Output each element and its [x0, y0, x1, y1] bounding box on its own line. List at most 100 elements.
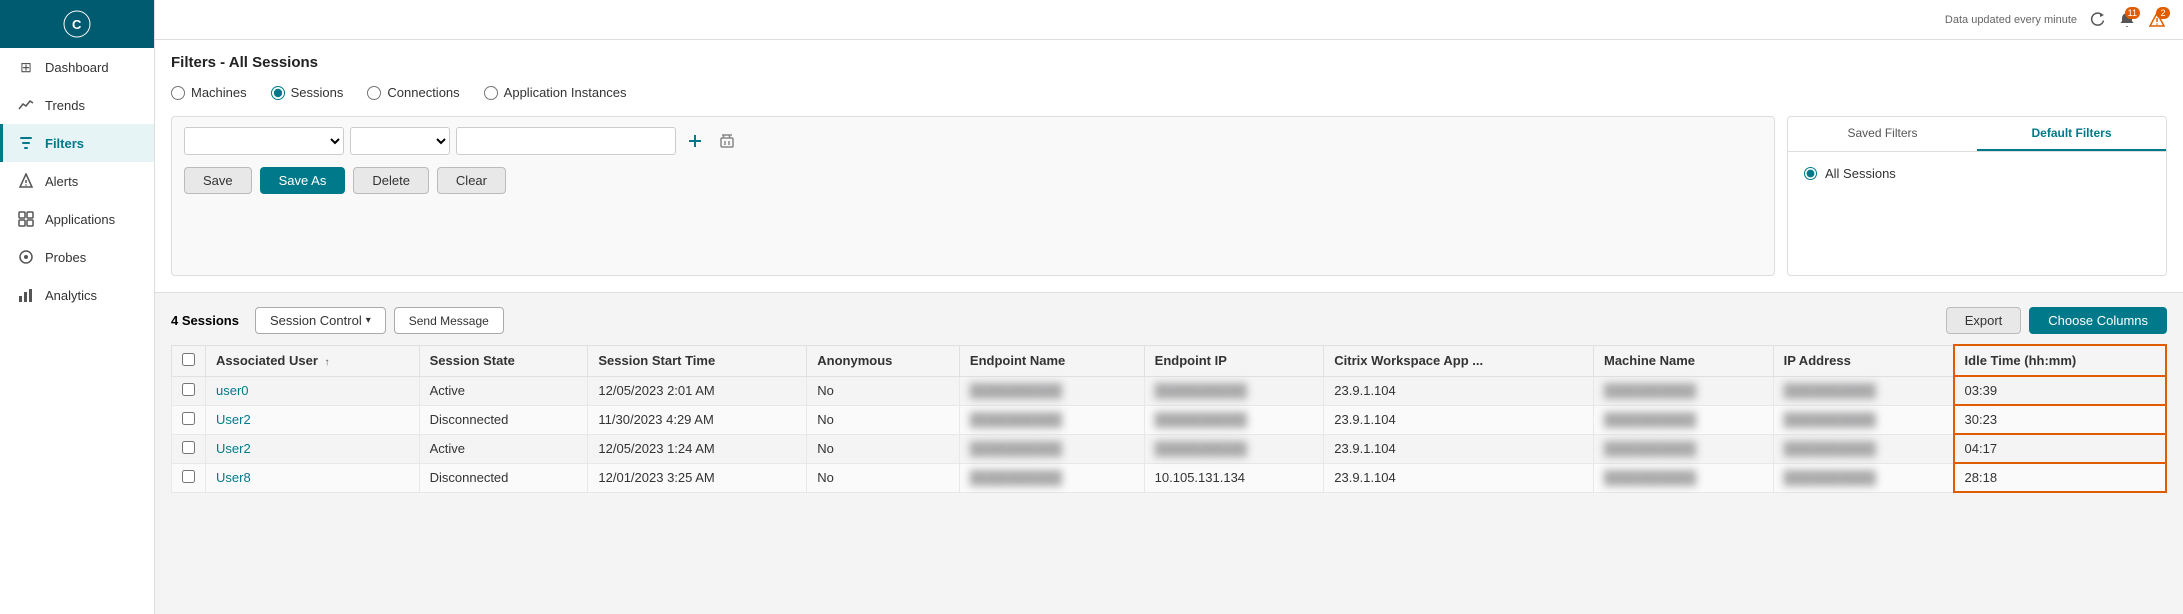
delete-button[interactable]: Delete — [353, 167, 429, 194]
all-sessions-option[interactable]: All Sessions — [1804, 166, 2150, 181]
row-checkbox-cell[interactable] — [172, 434, 206, 463]
cell-anonymous: No — [807, 463, 960, 492]
col-session-state[interactable]: Session State — [419, 345, 588, 376]
cell-associated-user: User2 — [206, 405, 420, 434]
app-instances-radio[interactable]: Application Instances — [484, 85, 627, 100]
probes-icon — [17, 248, 35, 266]
sidebar-item-label: Applications — [45, 212, 115, 227]
choose-columns-button[interactable]: Choose Columns — [2029, 307, 2167, 334]
col-associated-user[interactable]: Associated User ↑ — [206, 345, 420, 376]
saved-filters-body: All Sessions — [1788, 152, 2166, 195]
row-checkbox[interactable] — [182, 441, 195, 454]
cell-machine-name: ██████████ — [1594, 405, 1774, 434]
col-idle-time[interactable]: Idle Time (hh:mm) — [1954, 345, 2166, 376]
filters-section: Filters - All Sessions Machines Sessions… — [155, 40, 2183, 293]
sidebar-item-analytics[interactable]: Analytics — [0, 276, 154, 314]
user-link[interactable]: user0 — [216, 383, 249, 398]
cell-citrix-workspace: 23.9.1.104 — [1324, 434, 1594, 463]
col-session-start-time[interactable]: Session Start Time — [588, 345, 807, 376]
ip-address-value: ██████████ — [1784, 412, 1876, 427]
send-message-button[interactable]: Send Message — [394, 307, 504, 334]
col-machine-name[interactable]: Machine Name — [1594, 345, 1774, 376]
sessions-section: 4 Sessions Session Control ▾ Send Messag… — [155, 293, 2183, 507]
saved-filters-tab[interactable]: Saved Filters — [1788, 117, 1977, 151]
user-link[interactable]: User2 — [216, 441, 251, 456]
row-checkbox-cell[interactable] — [172, 376, 206, 405]
machines-radio-input[interactable] — [171, 86, 185, 100]
col-ip-address[interactable]: IP Address — [1773, 345, 1953, 376]
clear-button[interactable]: Clear — [437, 167, 506, 194]
sessions-radio-input[interactable] — [271, 86, 285, 100]
endpoint-ip-value: ██████████ — [1155, 383, 1247, 398]
col-citrix-workspace[interactable]: Citrix Workspace App ... — [1324, 345, 1594, 376]
sidebar-item-dashboard[interactable]: ⊞ Dashboard — [0, 48, 154, 86]
export-button[interactable]: Export — [1946, 307, 2022, 334]
machines-label: Machines — [191, 85, 247, 100]
sidebar-item-applications[interactable]: Applications — [0, 200, 154, 238]
endpoint-name-value: ██████████ — [970, 470, 1062, 485]
sidebar-item-alerts[interactable]: Alerts — [0, 162, 154, 200]
machine-name-value: ██████████ — [1604, 441, 1696, 456]
table-row: User2 Disconnected 11/30/2023 4:29 AM No… — [172, 405, 2167, 434]
cell-endpoint-ip: 10.105.131.134 — [1144, 463, 1324, 492]
delete-filter-button[interactable] — [714, 128, 740, 154]
row-checkbox-cell[interactable] — [172, 463, 206, 492]
saved-filters-panel: Saved Filters Default Filters All Sessio… — [1787, 116, 2167, 276]
sidebar-item-label: Alerts — [45, 174, 78, 189]
machines-radio[interactable]: Machines — [171, 85, 247, 100]
cell-ip-address: ██████████ — [1773, 405, 1953, 434]
app-instances-radio-input[interactable] — [484, 86, 498, 100]
sidebar-item-filters[interactable]: Filters — [0, 124, 154, 162]
save-button[interactable]: Save — [184, 167, 252, 194]
cell-session-state: Active — [419, 376, 588, 405]
filter-field-select[interactable] — [184, 127, 344, 155]
row-checkbox[interactable] — [182, 383, 195, 396]
select-all-checkbox-header[interactable] — [172, 345, 206, 376]
default-filters-tab[interactable]: Default Filters — [1977, 117, 2166, 151]
row-checkbox[interactable] — [182, 412, 195, 425]
cell-idle-time: 30:23 — [1954, 405, 2166, 434]
cell-citrix-workspace: 23.9.1.104 — [1324, 405, 1594, 434]
connections-radio[interactable]: Connections — [367, 85, 459, 100]
citrix-logo-icon: C — [63, 10, 91, 38]
select-all-checkbox[interactable] — [182, 353, 195, 366]
save-as-button[interactable]: Save As — [260, 167, 346, 194]
sidebar-item-probes[interactable]: Probes — [0, 238, 154, 276]
warning-badge: 2 — [2156, 7, 2170, 19]
filter-row — [184, 127, 1762, 155]
sessions-radio[interactable]: Sessions — [271, 85, 344, 100]
all-sessions-radio[interactable] — [1804, 167, 1817, 180]
endpoint-ip-value: ██████████ — [1155, 412, 1247, 427]
filter-operator-select[interactable] — [350, 127, 450, 155]
col-anonymous[interactable]: Anonymous — [807, 345, 960, 376]
col-endpoint-name[interactable]: Endpoint Name — [959, 345, 1144, 376]
row-checkbox[interactable] — [182, 470, 195, 483]
sidebar-item-trends[interactable]: Trends — [0, 86, 154, 124]
table-body: user0 Active 12/05/2023 2:01 AM No █████… — [172, 376, 2167, 492]
sessions-label: Sessions — [291, 85, 344, 100]
col-endpoint-ip[interactable]: Endpoint IP — [1144, 345, 1324, 376]
dashboard-icon: ⊞ — [17, 58, 35, 76]
add-filter-button[interactable] — [682, 128, 708, 154]
endpoint-name-value: ██████████ — [970, 441, 1062, 456]
user-link[interactable]: User8 — [216, 470, 251, 485]
sidebar: C ⊞ Dashboard Trends Filters Alerts Appl… — [0, 0, 155, 614]
connections-radio-input[interactable] — [367, 86, 381, 100]
notifications-icon[interactable]: 11 — [2117, 10, 2137, 30]
user-link[interactable]: User2 — [216, 412, 251, 427]
machine-name-value: ██████████ — [1604, 412, 1696, 427]
sessions-table: Associated User ↑ Session State Session … — [171, 344, 2167, 493]
sidebar-item-label: Analytics — [45, 288, 97, 303]
cell-endpoint-name: ██████████ — [959, 463, 1144, 492]
cell-machine-name: ██████████ — [1594, 376, 1774, 405]
cell-endpoint-ip: ██████████ — [1144, 434, 1324, 463]
filter-value-input[interactable] — [456, 127, 676, 155]
sessions-right-actions: Export Choose Columns — [1946, 307, 2167, 334]
warning-icon[interactable]: 2 — [2147, 10, 2167, 30]
endpoint-name-value: ██████████ — [970, 412, 1062, 427]
row-checkbox-cell[interactable] — [172, 405, 206, 434]
filters-icon — [17, 134, 35, 152]
cell-idle-time: 04:17 — [1954, 434, 2166, 463]
refresh-icon[interactable] — [2087, 10, 2107, 30]
session-control-button[interactable]: Session Control ▾ — [255, 307, 386, 334]
